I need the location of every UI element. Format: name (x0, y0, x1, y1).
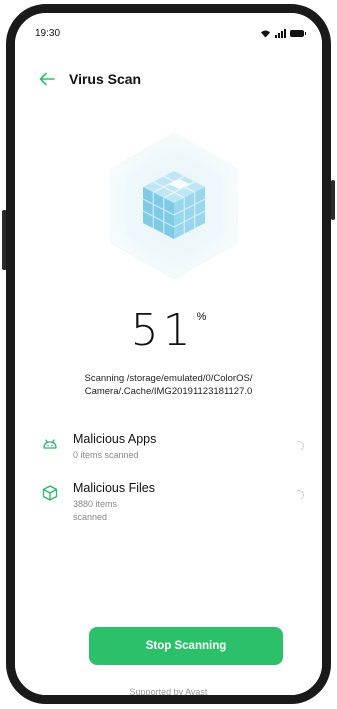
page-title: Virus Scan (69, 71, 142, 87)
header: Virus Scan (39, 71, 141, 87)
wifi-icon (261, 30, 270, 37)
back-arrow-icon[interactable] (39, 72, 55, 86)
box-icon (42, 485, 58, 501)
item-title: Malicious Apps (73, 432, 157, 446)
item-title: Malicious Files (73, 481, 155, 495)
scan-progress: 51% (15, 305, 322, 356)
screen: 19:30 Virus Scan 51 % Scanning /storage/… (15, 13, 322, 695)
phone-side-button-right (331, 180, 335, 220)
status-time: 19:30 (35, 27, 61, 39)
list-item-malicious-apps: Malicious Apps 0 items scanned (41, 431, 306, 462)
item-subtitle: 0 items scanned (73, 450, 139, 460)
progress-unit: % (196, 311, 207, 323)
scan-path-text: Scanning /storage/emulated/0/ColorOS/ Ca… (84, 373, 253, 397)
battery-icon (290, 29, 306, 37)
loading-spinner-icon (292, 488, 306, 502)
list-item-malicious-files: Malicious Files 3880 items scanned (41, 480, 306, 524)
item-subtitle: 3880 items scanned (73, 499, 118, 522)
stop-scanning-button[interactable]: Stop Scanning (89, 627, 283, 665)
loading-spinner-icon (292, 439, 306, 453)
phone-frame: 19:30 Virus Scan 51 % Scanning /storage/… (6, 4, 331, 704)
signal-icon (275, 28, 286, 38)
scan-cube-icon (110, 132, 238, 280)
supported-by-text: Supported by Avast (129, 687, 208, 697)
status-bar: 19:30 (35, 25, 306, 41)
progress-value: 51 (130, 305, 195, 356)
status-icons (260, 28, 306, 38)
android-icon (43, 439, 57, 449)
